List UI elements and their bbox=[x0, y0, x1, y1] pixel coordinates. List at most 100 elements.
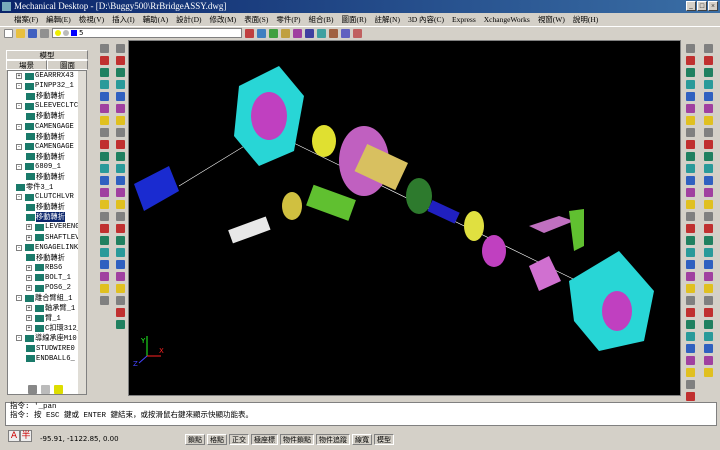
tool-icon[interactable] bbox=[703, 212, 713, 221]
tool-icon[interactable] bbox=[703, 308, 713, 317]
collapse-icon[interactable]: - bbox=[16, 244, 22, 251]
help-icon[interactable] bbox=[305, 28, 314, 38]
tool-icon[interactable] bbox=[115, 128, 125, 137]
tree-node[interactable]: + RBS6 bbox=[8, 263, 86, 273]
expand-icon[interactable]: + bbox=[26, 274, 32, 281]
tree-node[interactable]: + 軸承臂_1 bbox=[8, 303, 86, 313]
tool-icon[interactable] bbox=[685, 176, 695, 185]
tool-icon[interactable] bbox=[685, 104, 695, 113]
tab-scene[interactable]: 場景 bbox=[6, 60, 47, 70]
properties-icon[interactable] bbox=[293, 28, 302, 38]
tree-node[interactable]: 零件3_1 bbox=[8, 182, 86, 192]
tool-icon[interactable] bbox=[685, 212, 695, 221]
shade-icon[interactable] bbox=[341, 28, 350, 38]
tree-node[interactable]: 移動轉折 bbox=[8, 91, 86, 101]
tree-node[interactable]: + C扣環312_ bbox=[8, 323, 86, 333]
expand-icon[interactable]: + bbox=[26, 305, 32, 312]
status-toggle[interactable]: 物件追蹤 bbox=[316, 433, 350, 445]
menu-item[interactable]: 註解(N) bbox=[375, 14, 400, 25]
tree-node[interactable]: - ENGAGELINK bbox=[8, 243, 86, 253]
ime-indicator[interactable]: A半 bbox=[8, 430, 32, 442]
tool-icon[interactable] bbox=[115, 260, 125, 269]
maximize-button[interactable]: □ bbox=[697, 1, 707, 11]
redo-icon[interactable] bbox=[257, 28, 266, 38]
tab-drawing[interactable]: 圖面 bbox=[47, 60, 88, 70]
tool-icon[interactable] bbox=[99, 272, 109, 281]
menu-item[interactable]: 修改(M) bbox=[210, 14, 237, 25]
collapse-icon[interactable]: - bbox=[16, 163, 22, 170]
collapse-icon[interactable]: - bbox=[16, 143, 22, 150]
tool-icon[interactable] bbox=[703, 320, 713, 329]
menu-item[interactable]: XchangeWorks bbox=[484, 15, 530, 24]
tool-icon[interactable] bbox=[99, 56, 109, 65]
tree-node[interactable]: + SHAFTLEV bbox=[8, 233, 86, 243]
tool-icon[interactable] bbox=[115, 188, 125, 197]
tool-icon[interactable] bbox=[703, 284, 713, 293]
minimize-button[interactable]: _ bbox=[686, 1, 696, 11]
collapse-icon[interactable]: - bbox=[16, 194, 22, 201]
tree-node[interactable]: - CAMENGAGE bbox=[8, 142, 86, 152]
tree-scrollbar[interactable] bbox=[78, 71, 86, 394]
status-toggle[interactable]: 正交 bbox=[229, 433, 249, 445]
tool-icon[interactable] bbox=[115, 44, 125, 53]
tool-icon[interactable] bbox=[703, 68, 713, 77]
menu-item[interactable]: Express bbox=[452, 15, 476, 24]
tree-node[interactable]: - CLUTCHLVR bbox=[8, 192, 86, 202]
tool-icon[interactable] bbox=[99, 188, 109, 197]
expand-icon[interactable]: + bbox=[26, 285, 32, 292]
status-toggle[interactable]: 線寬 bbox=[352, 433, 372, 445]
tool-icon[interactable] bbox=[685, 284, 695, 293]
tool-icon[interactable] bbox=[99, 224, 109, 233]
tool-icon[interactable] bbox=[703, 104, 713, 113]
tree-node[interactable]: 移動轉折 bbox=[8, 152, 86, 162]
tool-icon[interactable] bbox=[99, 284, 109, 293]
tool-icon[interactable] bbox=[99, 164, 109, 173]
tool-icon[interactable] bbox=[703, 152, 713, 161]
print-icon[interactable] bbox=[40, 28, 49, 38]
collapse-icon[interactable]: - bbox=[16, 295, 22, 302]
tool-icon[interactable] bbox=[115, 80, 125, 89]
expand-icon[interactable]: + bbox=[26, 264, 32, 271]
tool-icon[interactable] bbox=[685, 320, 695, 329]
tool-icon[interactable] bbox=[115, 140, 125, 149]
tool-icon[interactable] bbox=[685, 248, 695, 257]
tool-icon[interactable] bbox=[685, 368, 695, 377]
tool-icon[interactable] bbox=[99, 200, 109, 209]
tool-icon[interactable] bbox=[685, 380, 695, 389]
new-icon[interactable] bbox=[4, 28, 13, 38]
menu-item[interactable]: 輔助(A) bbox=[143, 14, 168, 25]
expand-icon[interactable]: + bbox=[26, 325, 32, 332]
tree-node[interactable]: 移動轉折 bbox=[8, 172, 86, 182]
expand-icon[interactable]: + bbox=[16, 73, 22, 80]
tree-node[interactable]: 移動轉折 bbox=[8, 253, 86, 263]
tool-icon[interactable] bbox=[685, 56, 695, 65]
tree-node[interactable]: 移動轉折 bbox=[8, 202, 86, 212]
status-toggle[interactable]: 極座標 bbox=[251, 433, 278, 445]
tool-icon[interactable] bbox=[685, 188, 695, 197]
menu-item[interactable]: 圖面(R) bbox=[342, 14, 367, 25]
menu-item[interactable]: 插入(I) bbox=[112, 14, 135, 25]
tool-icon[interactable] bbox=[685, 260, 695, 269]
tree-node[interactable]: 移動轉折 bbox=[8, 212, 86, 223]
tab-model[interactable]: 模型 bbox=[6, 50, 88, 60]
tool-icon[interactable] bbox=[115, 224, 125, 233]
tool-icon[interactable] bbox=[115, 68, 125, 77]
tool-icon[interactable] bbox=[99, 236, 109, 245]
tool-icon[interactable] bbox=[115, 56, 125, 65]
tool-icon[interactable] bbox=[685, 308, 695, 317]
tool-icon[interactable] bbox=[685, 152, 695, 161]
tool-icon[interactable] bbox=[703, 128, 713, 137]
tool-icon[interactable] bbox=[115, 248, 125, 257]
expand-icon[interactable]: + bbox=[26, 234, 32, 241]
tool-icon[interactable] bbox=[115, 104, 125, 113]
status-toggle[interactable]: 鎖點 bbox=[185, 433, 205, 445]
tree-node[interactable]: + LEVERENG bbox=[8, 222, 86, 232]
tool-icon[interactable] bbox=[115, 152, 125, 161]
tree-node[interactable]: - CAMENGAGE bbox=[8, 121, 86, 131]
menu-item[interactable]: 表面(S) bbox=[244, 14, 268, 25]
tool-icon[interactable] bbox=[685, 92, 695, 101]
expand-icon[interactable]: + bbox=[26, 315, 32, 322]
tree-node[interactable]: + POS6_2 bbox=[8, 283, 86, 293]
tool-icon[interactable] bbox=[685, 236, 695, 245]
tree-node[interactable]: STUDWIRE0 bbox=[8, 344, 86, 354]
